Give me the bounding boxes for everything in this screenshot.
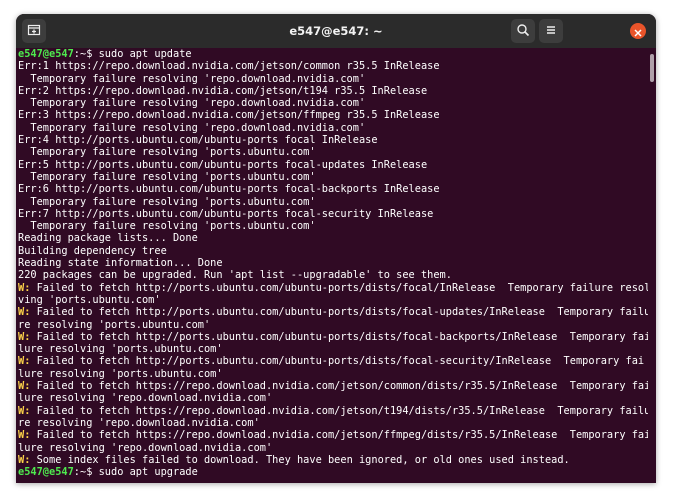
terminal-line: lure resolving 'ports.ubuntu.com' (18, 343, 648, 355)
warning-tag: W: (18, 404, 31, 417)
close-button[interactable] (630, 23, 646, 39)
hamburger-menu-icon (544, 22, 558, 41)
search-icon (516, 22, 530, 41)
warning-tag: W: (18, 281, 31, 294)
warning-text: Failed to fetch http://ports.ubuntu.com/… (30, 281, 648, 294)
terminal-line: Err:2 https://repo.download.nvidia.com/j… (18, 85, 648, 97)
terminal-line: W: Failed to fetch http://ports.ubuntu.c… (18, 306, 648, 318)
terminal-line: e547@e547:~$ sudo apt update (18, 48, 648, 60)
output-text: Err:6 http://ports.ubuntu.com/ubuntu-por… (18, 183, 440, 196)
terminal-line: Temporary failure resolving 'repo.downlo… (18, 73, 648, 85)
terminal-line: lure resolving 'ports.ubuntu.com' (18, 368, 648, 380)
output-text: Temporary failure resolving 'ports.ubunt… (18, 146, 316, 159)
terminal-line: W: Failed to fetch https://repo.download… (18, 429, 648, 441)
terminal-line: lure resolving 'repo.download.nvidia.com… (18, 392, 648, 404)
terminal-line: Temporary failure resolving 'repo.downlo… (18, 97, 648, 109)
title-bar[interactable]: e547@e547: ~ (16, 14, 656, 48)
warning-text: Failed to fetch http://ports.ubuntu.com/… (30, 330, 648, 343)
output-text: Temporary failure resolving 'repo.downlo… (18, 121, 366, 134)
output-text: Err:4 http://ports.ubuntu.com/ubuntu-por… (18, 134, 378, 147)
terminal-line: Temporary failure resolving 'ports.ubunt… (18, 196, 648, 208)
warning-text: Failed to fetch https://repo.download.nv… (30, 380, 648, 393)
terminal-line: re resolving 'ports.ubuntu.com' (18, 319, 648, 331)
terminal-line: re resolving 'repo.download.nvidia.com' (18, 417, 648, 429)
terminal-line: W: Failed to fetch https://repo.download… (18, 380, 648, 392)
warning-tag: W: (18, 306, 31, 319)
output-text: ving 'ports.ubuntu.com' (18, 293, 161, 306)
terminal-lines: e547@e547:~$ sudo apt update Err:1 https:… (18, 48, 648, 478)
terminal-line: W: Failed to fetch http://ports.ubuntu.c… (18, 355, 648, 367)
terminal-window: e547@e547: ~ e547@e547:~$ sudo apt updat… (16, 14, 656, 483)
terminal-line: W: Some index files failed to download. … (18, 454, 648, 466)
output-text: Temporary failure resolving 'ports.ubunt… (18, 220, 316, 233)
output-text: lure resolving 'repo.download.nvidia.com… (18, 392, 273, 405)
output-text: 220 packages can be upgraded. Run 'apt l… (18, 269, 452, 282)
terminal-line: Err:3 https://repo.download.nvidia.com/j… (18, 109, 648, 121)
prompt-user: e547@e547 (18, 466, 74, 479)
warning-tag: W: (18, 355, 31, 368)
terminal-line: Err:4 http://ports.ubuntu.com/ubuntu-por… (18, 134, 648, 146)
output-text: lure resolving 'ports.ubuntu.com' (18, 367, 223, 380)
warning-tag: W: (18, 330, 31, 343)
output-text: Err:3 https://repo.download.nvidia.com/j… (18, 109, 440, 122)
output-text: Temporary failure resolving 'repo.downlo… (18, 72, 366, 85)
terminal-line: W: Failed to fetch http://ports.ubuntu.c… (18, 282, 648, 294)
warning-text: Failed to fetch http://ports.ubuntu.com/… (30, 306, 648, 319)
terminal-line: Building dependency tree (18, 245, 648, 257)
terminal-line: Temporary failure resolving 'ports.ubunt… (18, 146, 648, 158)
output-text: Reading package lists... Done (18, 232, 198, 245)
prompt-user: e547@e547 (18, 48, 74, 60)
command-text: sudo apt update (98, 48, 192, 60)
output-text: Err:5 http://ports.ubuntu.com/ubuntu-por… (18, 158, 428, 171)
terminal-output[interactable]: e547@e547:~$ sudo apt update Err:1 https:… (16, 48, 656, 483)
output-text: Reading state information... Done (18, 257, 223, 270)
warning-tag: W: (18, 429, 31, 442)
warning-text: Failed to fetch https://repo.download.nv… (30, 429, 648, 442)
terminal-line: Temporary failure resolving 'ports.ubunt… (18, 171, 648, 183)
warning-text: Failed to fetch http://ports.ubuntu.com/… (30, 355, 645, 368)
terminal-line: Reading state information... Done (18, 257, 648, 269)
terminal-line: Err:5 http://ports.ubuntu.com/ubuntu-por… (18, 159, 648, 171)
terminal-line: W: Failed to fetch https://repo.download… (18, 405, 648, 417)
output-text: Temporary failure resolving 'ports.ubunt… (18, 170, 316, 183)
output-text: Temporary failure resolving 'ports.ubunt… (18, 195, 316, 208)
terminal-line: lure resolving 'repo.download.nvidia.com… (18, 442, 648, 454)
terminal-line: e547@e547:~$ sudo apt upgrade (18, 466, 648, 478)
terminal-line: Temporary failure resolving 'repo.downlo… (18, 122, 648, 134)
output-text: Temporary failure resolving 'repo.downlo… (18, 97, 366, 110)
command-text: sudo apt upgrade (98, 466, 198, 479)
output-text: re resolving 'ports.ubuntu.com' (18, 318, 211, 331)
output-text: Err:7 http://ports.ubuntu.com/ubuntu-por… (18, 207, 434, 220)
terminal-line: Err:6 http://ports.ubuntu.com/ubuntu-por… (18, 183, 648, 195)
search-button[interactable] (511, 19, 535, 43)
terminal-line: ving 'ports.ubuntu.com' (18, 294, 648, 306)
scrollbar[interactable] (650, 54, 654, 82)
terminal-line: Err:1 https://repo.download.nvidia.com/j… (18, 60, 648, 72)
warning-tag: W: (18, 380, 31, 393)
output-text: Building dependency tree (18, 244, 167, 257)
warning-text: Failed to fetch https://repo.download.nv… (30, 404, 648, 417)
prompt-separator: :~$ (73, 48, 99, 60)
prompt-separator: :~$ (73, 466, 99, 479)
output-text: re resolving 'repo.download.nvidia.com' (18, 416, 260, 429)
terminal-line: 220 packages can be upgraded. Run 'apt l… (18, 269, 648, 281)
warning-tag: W: (18, 453, 31, 466)
output-text: lure resolving 'repo.download.nvidia.com… (18, 441, 273, 454)
terminal-line: W: Failed to fetch http://ports.ubuntu.c… (18, 331, 648, 343)
output-text: lure resolving 'ports.ubuntu.com' (18, 343, 223, 356)
close-icon (634, 22, 642, 41)
terminal-line: Temporary failure resolving 'ports.ubunt… (18, 220, 648, 232)
output-text: Err:2 https://repo.download.nvidia.com/j… (18, 84, 428, 97)
terminal-line: Reading package lists... Done (18, 232, 648, 244)
output-text: Err:1 https://repo.download.nvidia.com/j… (18, 60, 440, 73)
warning-text: Some index files failed to download. The… (30, 453, 570, 466)
menu-button[interactable] (539, 19, 563, 43)
terminal-line: Err:7 http://ports.ubuntu.com/ubuntu-por… (18, 208, 648, 220)
